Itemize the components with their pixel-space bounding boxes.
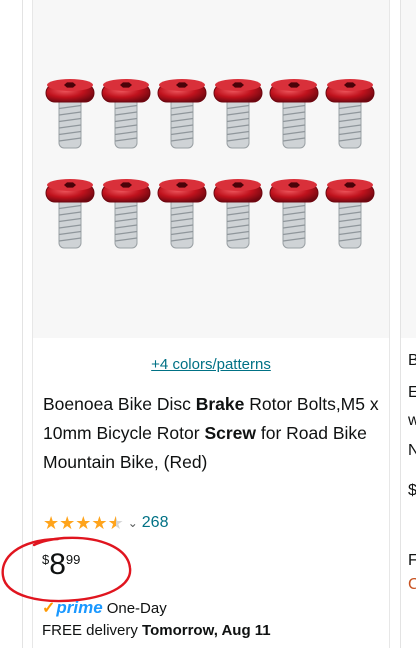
title-part: Screw [204,423,256,443]
prime-speed: One-Day [106,599,167,617]
price-whole: 8 [49,548,66,581]
delivery-prefix: FREE delivery [42,622,138,639]
price-fraction: 99 [65,552,81,567]
prime-badge: ✓ prime One-Day [42,598,167,618]
next-card-letter: C [408,576,416,594]
product-image[interactable] [33,0,389,338]
rating-count-link[interactable]: 268 [142,514,169,532]
next-card-letter: $ [408,482,416,500]
price[interactable]: $ 8 99 [42,548,80,582]
next-card-letter: F [408,552,416,570]
colors-patterns-link[interactable]: +4 colors/patterns [33,356,389,373]
delivery-info: FREE delivery Tomorrow, Aug 11 [42,622,271,639]
red-bolts-image [45,79,375,249]
next-card-letter: N [408,442,416,460]
title-part: Boenoea Bike Disc [43,394,196,414]
next-card-letter: B [408,352,416,370]
delivery-date: Tomorrow, Aug 11 [142,622,271,639]
next-product-card-edge[interactable]: BEwN $ FC [400,0,416,648]
next-card-letter: E [408,384,416,402]
title-part: Brake [195,394,245,414]
next-card-letter: w [408,412,416,430]
next-product-image-edge[interactable] [401,0,416,338]
product-title-link[interactable]: Boenoea Bike Disc Brake Rotor Bolts,M5 x… [43,390,379,477]
price-currency: $ [42,552,50,567]
chevron-down-icon[interactable]: ⌄ [128,516,138,530]
prime-check-icon: ✓ [42,600,56,617]
prime-logo: prime [56,598,103,617]
